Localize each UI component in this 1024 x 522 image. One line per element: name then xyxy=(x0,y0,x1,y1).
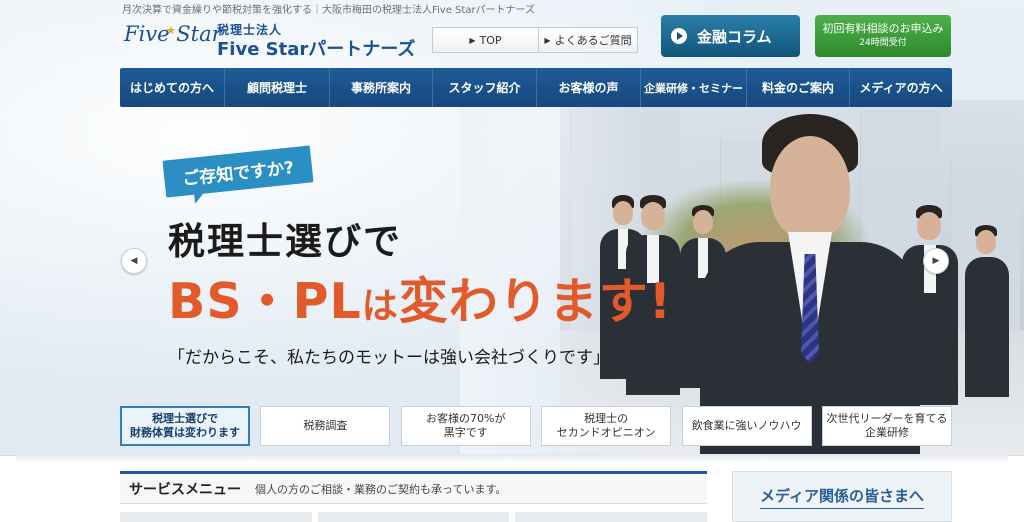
slider-next-button[interactable]: ▶ xyxy=(923,248,949,274)
feature-tab-second-opinion[interactable]: 税理士の セカンドオピニオン xyxy=(541,406,672,446)
service-menu-header: サービスメニュー 個人の方のご相談・業務のご契約も承っています。 xyxy=(120,471,707,504)
nav-item-office[interactable]: 事務所案内 xyxy=(330,68,433,107)
hero-headline-rest: 変わります! xyxy=(398,273,673,330)
nav-item-first-time[interactable]: はじめての方へ xyxy=(120,68,225,107)
top-link-label: TOP xyxy=(479,33,502,47)
service-thumbnail[interactable] xyxy=(120,512,312,522)
media-banner-label: メディア関係の皆さまへ xyxy=(760,485,924,509)
triangle-left-icon: ◀ xyxy=(130,256,138,266)
service-menu-title: サービスメニュー xyxy=(129,481,241,498)
hero-motto: 「だからこそ、私たちのモットーは強い会社づくりです」 xyxy=(168,348,610,368)
triangle-right-icon: ▶ xyxy=(469,35,476,45)
feature-tab-financial[interactable]: 税理士選びで 財務体質は変わります xyxy=(120,406,250,446)
service-thumbnail[interactable] xyxy=(317,512,510,522)
nav-item-seminars[interactable]: 企業研修・セミナー xyxy=(641,68,747,107)
service-menu-note: 個人の方のご相談・業務のご契約も承っています。 xyxy=(255,482,507,496)
consultation-request-button[interactable]: 初回有料相談のお申込み 24時間受付 xyxy=(815,15,951,57)
nav-item-pricing[interactable]: 料金のご案内 xyxy=(747,68,850,107)
feature-tab-training[interactable]: 次世代リーダーを育てる 企業研修 xyxy=(821,406,952,446)
top-link[interactable]: ▶ TOP xyxy=(432,27,539,53)
site-logo[interactable]: Five Star ★ 税理士法人 Five Starパートナーズ xyxy=(120,18,415,60)
nav-item-testimonials[interactable]: お客様の声 xyxy=(537,68,641,107)
nav-item-staff[interactable]: スタッフ紹介 xyxy=(433,68,537,107)
feature-tab-profit[interactable]: お客様の70%が 黒字です xyxy=(400,406,531,446)
hero-headline-particle: は xyxy=(361,286,399,327)
slider-prev-button[interactable]: ◀ xyxy=(121,248,147,274)
financial-column-label: 金融コラム xyxy=(697,27,772,46)
consultation-sublabel: 24時間受付 xyxy=(859,38,907,48)
star-icon: ★ xyxy=(166,24,176,37)
feature-tabs: 税理士選びで 財務体質は変わります 税務調査 お客様の70%が 黒字です 税理士のセ… xyxy=(120,406,952,446)
faq-link-label: よくあるご質問 xyxy=(554,34,632,47)
feature-tab-tax-audit[interactable]: 税務調査 xyxy=(260,406,391,446)
triangle-right-icon: ▶ xyxy=(932,256,940,266)
main-nav: はじめての方へ 顧問税理士 事務所案内 スタッフ紹介 お客様の声 企業研修・セミ… xyxy=(120,68,952,107)
play-circle-icon xyxy=(671,28,687,44)
nav-item-media[interactable]: メディアの方へ xyxy=(850,68,952,107)
logo-name: Five Starパートナーズ xyxy=(217,39,416,60)
hero-headline: 税理士選びで xyxy=(168,220,402,263)
hero-headline-bspl: BS・PL xyxy=(168,273,362,330)
hero-headline-accent: BS・PLは変わります! xyxy=(168,262,672,333)
feature-tab-restaurant[interactable]: 飲食業に強いノウハウ xyxy=(681,406,812,446)
site-tagline: 月次決算で資金繰りや節税対策を強化する｜大阪市梅田の税理士法人Five Star… xyxy=(122,5,536,16)
page: 月次決算で資金繰りや節税対策を強化する｜大阪市梅田の税理士法人Five Star… xyxy=(0,0,1024,522)
service-menu-thumbnails xyxy=(120,512,708,522)
media-banner[interactable]: メディア関係の皆さまへ xyxy=(732,471,952,522)
financial-column-button[interactable]: 金融コラム xyxy=(661,15,800,57)
triangle-right-icon: ▶ xyxy=(544,35,551,45)
faq-link[interactable]: ▶ よくあるご質問 xyxy=(538,27,638,53)
service-thumbnail[interactable] xyxy=(515,512,708,522)
consultation-label: 初回有料相談のお申込み xyxy=(822,22,944,35)
nav-item-tax-advisor[interactable]: 顧問税理士 xyxy=(225,68,330,107)
